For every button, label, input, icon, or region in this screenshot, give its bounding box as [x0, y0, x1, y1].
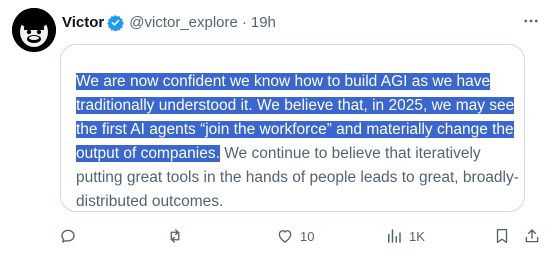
more-icon[interactable]: [522, 12, 540, 30]
action-bar: 10 1K: [0, 224, 554, 248]
views-button[interactable]: 1K: [385, 224, 425, 248]
gorilla-avatar-icon: [12, 8, 56, 52]
separator-dot: ·: [241, 13, 247, 31]
repost-icon: [170, 229, 180, 243]
author-name[interactable]: Victor: [62, 14, 104, 31]
quote-card[interactable]: We are now confident we know how to buil…: [60, 44, 525, 212]
like-button[interactable]: 10: [276, 224, 314, 248]
views-count: 1K: [409, 228, 425, 244]
post-header: Victor @victor_explore · 19h: [62, 12, 276, 32]
repost-button[interactable]: [166, 224, 184, 248]
views-icon: [388, 229, 401, 243]
bookmark-icon: [496, 228, 508, 244]
share-button[interactable]: [523, 224, 541, 248]
post-timestamp[interactable]: 19h: [251, 14, 276, 31]
like-count: 10: [300, 228, 315, 244]
heart-icon: [278, 230, 292, 243]
verified-badge-icon: [107, 14, 125, 31]
avatar[interactable]: [12, 8, 56, 52]
reply-icon: [61, 229, 75, 243]
quote-text: We are now confident we know how to buil…: [76, 70, 524, 214]
author-handle[interactable]: @victor_explore: [129, 14, 238, 31]
share-icon: [525, 229, 539, 243]
reply-button[interactable]: [59, 224, 77, 248]
bookmark-button[interactable]: [493, 224, 511, 248]
